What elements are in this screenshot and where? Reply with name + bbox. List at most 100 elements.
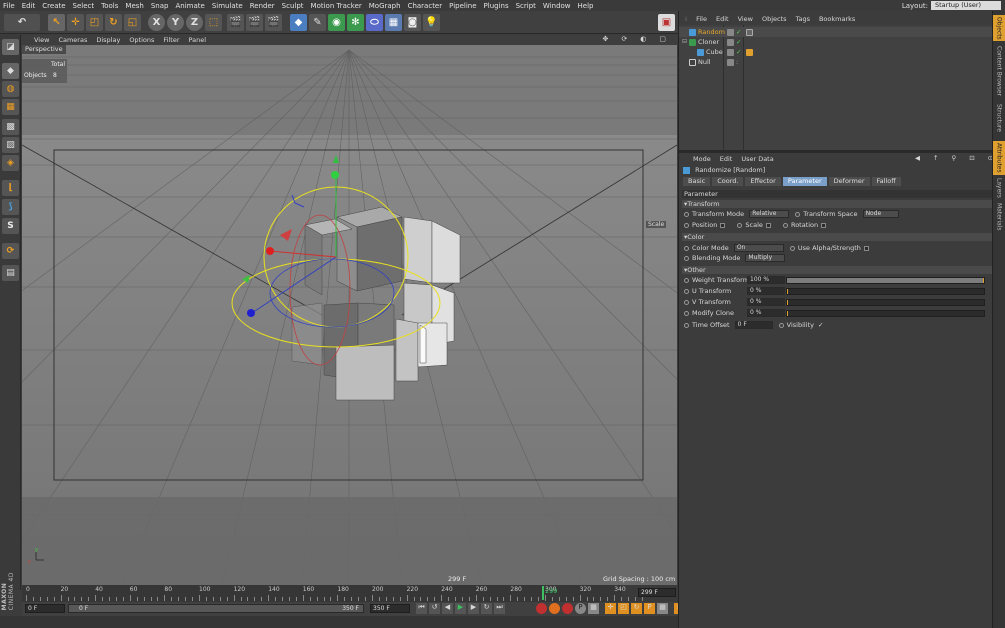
live-select-icon[interactable]: ↖: [48, 14, 65, 31]
frame-range-slider[interactable]: 0 F 350 F: [68, 604, 364, 613]
am-menu-user-data[interactable]: User Data: [741, 155, 773, 163]
visibility-dots-icon[interactable]: [727, 28, 734, 36]
magnet-icon[interactable]: ⟳: [2, 243, 19, 259]
viewport-camera-label[interactable]: Perspective: [22, 45, 66, 54]
move-key-icon[interactable]: ✛: [605, 603, 616, 614]
edges-mode-icon[interactable]: ▨: [2, 137, 19, 153]
menu-sculpt[interactable]: Sculpt: [282, 2, 304, 10]
timeline-playhead[interactable]: [542, 586, 544, 600]
rotation-checkbox[interactable]: [821, 222, 827, 228]
menu-pipeline[interactable]: Pipeline: [449, 2, 476, 10]
lock-icon[interactable]: ⊡: [969, 154, 974, 162]
menu-select[interactable]: Select: [73, 2, 95, 10]
points-mode-icon[interactable]: ▩: [2, 119, 19, 135]
prev-key-icon[interactable]: ↺: [429, 603, 440, 614]
menu-edit[interactable]: Edit: [22, 2, 36, 10]
enabled-check-icon[interactable]: ✓: [736, 47, 741, 57]
rotate-key-icon[interactable]: ↻: [631, 603, 642, 614]
param-value-field[interactable]: 0 %: [747, 287, 785, 295]
anim-dot[interactable]: [782, 222, 788, 228]
om-menu-file[interactable]: File: [696, 15, 707, 23]
visibility-check-icon[interactable]: ✓: [818, 321, 823, 329]
menu-render[interactable]: Render: [250, 2, 275, 10]
tab-falloff[interactable]: Falloff: [871, 177, 901, 186]
go-to-end-icon[interactable]: ⏭: [494, 603, 505, 614]
snap-icon[interactable]: S: [2, 218, 19, 234]
pen-tool-icon[interactable]: ✎: [309, 14, 326, 31]
om-menu-view[interactable]: View: [738, 15, 753, 23]
axis-mode-icon[interactable]: ⌊: [2, 180, 19, 196]
tab-basic[interactable]: Basic: [683, 177, 711, 186]
menu-snap[interactable]: Snap: [151, 2, 169, 10]
use-alpha-checkbox[interactable]: [863, 245, 869, 251]
make-editable-icon[interactable]: ◪: [2, 39, 19, 55]
keyframe-selection-icon[interactable]: [562, 603, 573, 614]
transform-mode-dropdown[interactable]: Relative: [749, 210, 790, 218]
anim-dot[interactable]: [684, 211, 689, 217]
am-menu-mode[interactable]: Mode: [693, 155, 711, 163]
cube-primitive-icon[interactable]: ◆: [290, 14, 307, 31]
render-view-icon[interactable]: 🎬: [227, 14, 244, 31]
om-menu-tags[interactable]: Tags: [796, 15, 810, 23]
scale-key-icon[interactable]: ◰: [618, 603, 629, 614]
phong-tag-icon[interactable]: [746, 48, 753, 56]
menu-character[interactable]: Character: [408, 2, 443, 10]
grid-key-icon[interactable]: ▦: [657, 603, 668, 614]
menu-tools[interactable]: Tools: [101, 2, 118, 10]
menu-window[interactable]: Window: [543, 2, 571, 10]
object-row-cube[interactable]: Cube ✓: [679, 47, 994, 57]
autokey-icon[interactable]: [549, 603, 560, 614]
param-slider-handle[interactable]: [787, 289, 788, 294]
object-row-null[interactable]: Null :: [679, 57, 994, 67]
group-color[interactable]: ▾Color: [682, 233, 992, 241]
move-icon[interactable]: ✛: [67, 14, 84, 31]
anim-dot[interactable]: [684, 255, 689, 261]
orbit-icon[interactable]: ◐: [640, 35, 646, 43]
anim-dot[interactable]: [684, 322, 689, 328]
tag-icon[interactable]: [746, 28, 753, 36]
mograph-cloner-icon[interactable]: ✻: [347, 14, 364, 31]
record-icon[interactable]: [536, 603, 547, 614]
side-tab-structure[interactable]: Structure: [993, 101, 1005, 135]
color-mode-dropdown[interactable]: On: [733, 244, 784, 252]
end-frame-field[interactable]: 350 F: [370, 604, 410, 613]
vp-menu-display[interactable]: Display: [96, 36, 120, 44]
coordinate-system-icon[interactable]: ⬚: [205, 14, 222, 31]
z-axis-lock[interactable]: Z: [186, 14, 203, 31]
om-menu-edit[interactable]: Edit: [716, 15, 729, 23]
pan-icon[interactable]: ✥: [603, 35, 609, 43]
param-slider[interactable]: [786, 299, 985, 306]
floor-icon[interactable]: ▦: [385, 14, 402, 31]
group-transform[interactable]: ▾Transform: [682, 200, 992, 208]
anim-dot[interactable]: [795, 211, 801, 217]
object-row-cloner[interactable]: ⊟ Cloner ✓: [679, 37, 994, 47]
scale-handle-label[interactable]: Scale: [646, 221, 667, 228]
menu-help[interactable]: Help: [578, 2, 594, 10]
maximize-icon[interactable]: ▢: [659, 35, 666, 43]
am-menu-edit[interactable]: Edit: [720, 155, 733, 163]
anim-dot[interactable]: [684, 277, 689, 283]
next-frame-icon[interactable]: ▶: [468, 603, 479, 614]
param-value-field[interactable]: 0 %: [747, 309, 785, 317]
menu-mesh[interactable]: Mesh: [125, 2, 143, 10]
enabled-check-icon[interactable]: ✓: [736, 27, 741, 37]
next-key-icon[interactable]: ↻: [481, 603, 492, 614]
anim-dot[interactable]: [684, 310, 689, 316]
menu-script[interactable]: Script: [516, 2, 536, 10]
render-picture-viewer-icon[interactable]: 🎬: [246, 14, 263, 31]
tab-coord[interactable]: Coord.: [712, 177, 744, 186]
pla-key-icon[interactable]: ▦: [588, 603, 599, 614]
search-icon[interactable]: ⚲: [951, 154, 956, 162]
undo-icon[interactable]: ↶: [4, 14, 40, 31]
anim-dot[interactable]: [778, 322, 784, 328]
grid-icon[interactable]: ▤: [2, 265, 19, 281]
prev-frame-icon[interactable]: ◀: [442, 603, 453, 614]
param-key-icon[interactable]: P: [575, 603, 586, 614]
layout-dropdown[interactable]: Startup (User): [931, 1, 1001, 10]
time-offset-field[interactable]: 0 F: [734, 321, 773, 329]
render-settings-icon[interactable]: 🎬: [265, 14, 282, 31]
om-menu-objects[interactable]: Objects: [762, 15, 787, 23]
play-icon[interactable]: ▶: [455, 603, 466, 614]
param-slider-handle[interactable]: [787, 300, 788, 305]
subdivision-icon[interactable]: ◉: [328, 14, 345, 31]
